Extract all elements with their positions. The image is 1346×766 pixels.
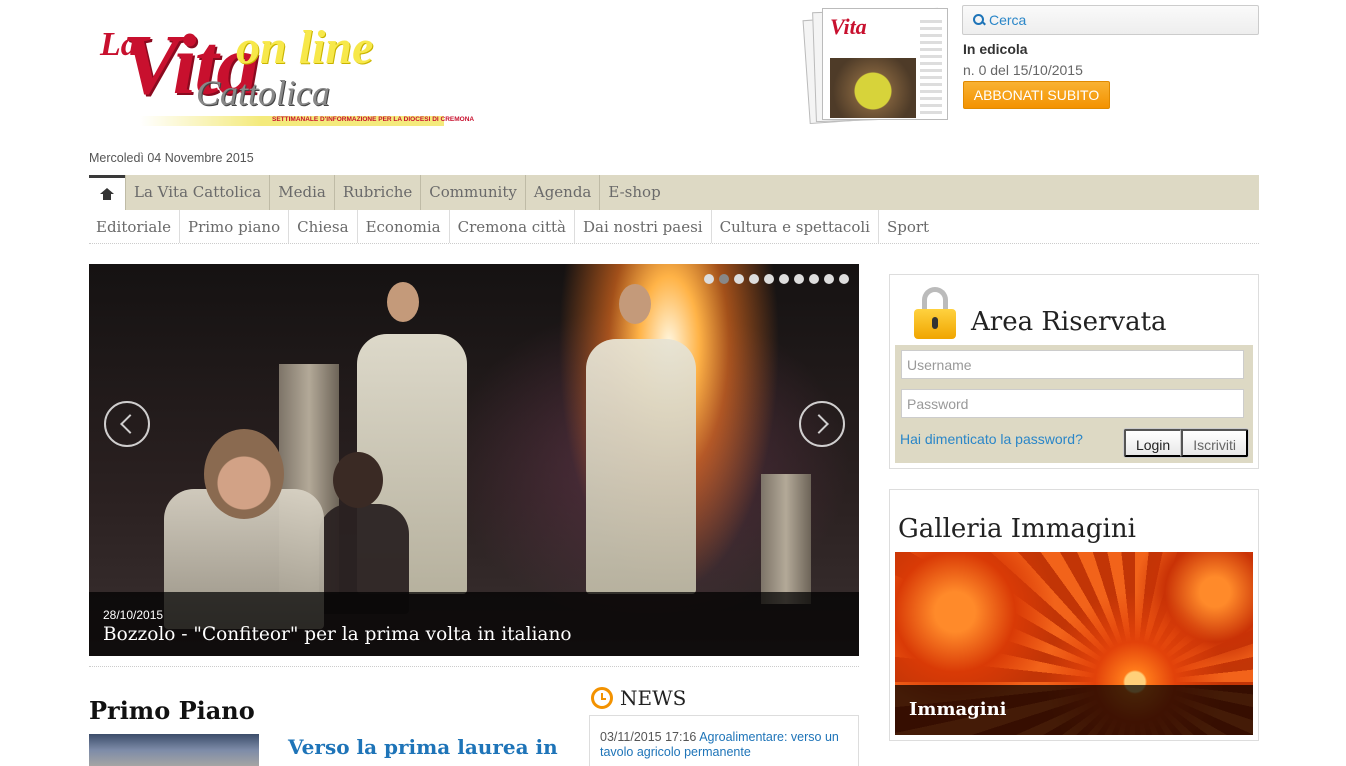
primo-piano-heading: Primo Piano [89, 696, 255, 725]
nav-item-agenda[interactable]: Agenda [524, 175, 600, 210]
slider-dot[interactable] [779, 274, 789, 284]
news-heading: NEWS [591, 686, 686, 710]
subscribe-button[interactable]: ABBONATI SUBITO [963, 81, 1110, 109]
section-chiesa[interactable]: Chiesa [288, 210, 356, 243]
newspaper-cover[interactable]: Vita [802, 6, 950, 125]
news-item[interactable]: 03/11/2015 17:16 Agroalimentare: verso u… [600, 730, 848, 760]
news-item-date: 03/11/2015 17:16 [600, 730, 697, 744]
slider-next-button[interactable] [799, 401, 845, 447]
slider-dot[interactable] [824, 274, 834, 284]
section-editoriale[interactable]: Editoriale [89, 210, 179, 243]
slider-dot[interactable] [734, 274, 744, 284]
logo-cattolica: Cattolica [196, 73, 330, 113]
reserved-area-panel: Area Riservata Hai dimenticato la passwo… [889, 274, 1259, 469]
slider-dot[interactable] [809, 274, 819, 284]
chevron-left-icon [120, 414, 140, 434]
news-label: NEWS [620, 686, 687, 710]
slider-dot[interactable] [719, 274, 729, 284]
search-icon [971, 12, 987, 28]
news-list: 03/11/2015 17:16 Agroalimentare: verso u… [589, 715, 859, 766]
nav-item-rubriche[interactable]: Rubriche [333, 175, 420, 210]
clock-icon [591, 687, 613, 709]
content-divider [89, 666, 859, 667]
section-nav: Editoriale Primo piano Chiesa Economia C… [89, 210, 1259, 244]
slide-caption[interactable]: 28/10/2015 Bozzolo - "Confiteor" per la … [89, 592, 859, 656]
edicola-issue: n. 0 del 15/10/2015 [963, 62, 1083, 78]
performer-head [204, 429, 284, 519]
slider-dot[interactable] [749, 274, 759, 284]
login-button[interactable]: Login [1123, 429, 1182, 457]
section-sport[interactable]: Sport [877, 210, 937, 243]
main-nav: La Vita Cattolica Media Rubriche Communi… [89, 175, 1259, 210]
slider-dot[interactable] [839, 274, 849, 284]
nav-item-eshop[interactable]: E-shop [599, 175, 668, 210]
slider-dots [704, 274, 849, 284]
performer-head [333, 452, 383, 508]
paper-photo [830, 58, 916, 118]
reserved-area-title: Area Riservata [971, 307, 1167, 337]
slider-dot[interactable] [704, 274, 714, 284]
slide-title[interactable]: Bozzolo - "Confiteor" per la prima volta… [103, 624, 845, 645]
featured-slider[interactable]: 28/10/2015 Bozzolo - "Confiteor" per la … [89, 264, 859, 656]
edicola-title: In edicola [963, 41, 1028, 57]
login-buttons: Login Iscriviti [1122, 428, 1249, 458]
performer-head [387, 282, 419, 322]
nav-item-la-vita-cattolica[interactable]: La Vita Cattolica [125, 175, 269, 210]
slider-dot[interactable] [794, 274, 804, 284]
login-form: Hai dimenticato la password? Login Iscri… [895, 345, 1253, 463]
nav-item-media[interactable]: Media [269, 175, 334, 210]
section-primo-piano[interactable]: Primo piano [179, 210, 288, 243]
performer-head [619, 284, 651, 324]
section-dai-nostri-paesi[interactable]: Dai nostri paesi [573, 210, 711, 243]
performer-figure [586, 339, 696, 594]
register-button[interactable]: Iscriviti [1181, 429, 1248, 457]
slide-date: 28/10/2015 [103, 608, 164, 622]
section-cultura-spettacoli[interactable]: Cultura e spettacoli [710, 210, 878, 243]
lock-icon [914, 287, 956, 339]
nav-home[interactable] [89, 175, 125, 210]
primo-piano-headline[interactable]: Verso la prima laurea in settore agroali… [288, 733, 558, 766]
search-input[interactable] [989, 12, 1249, 28]
primo-piano-thumbnail[interactable] [89, 734, 259, 766]
paper-title: Vita [830, 14, 867, 39]
gallery-caption[interactable]: Immagini [895, 685, 1253, 735]
forgot-password-link[interactable]: Hai dimenticato la password? [900, 431, 1083, 447]
password-field[interactable] [901, 389, 1244, 418]
gallery-panel: Galleria Immagini Immagini [889, 489, 1259, 741]
section-economia[interactable]: Economia [356, 210, 449, 243]
current-date: Mercoledì 04 Novembre 2015 [89, 151, 254, 165]
username-field[interactable] [901, 350, 1244, 379]
logo-online: on line [236, 21, 374, 74]
site-logo[interactable]: La Vita on line Cattolica SETTIMANALE D'… [96, 16, 474, 130]
slider-prev-button[interactable] [104, 401, 150, 447]
slider-dot[interactable] [764, 274, 774, 284]
section-cremona-citta[interactable]: Cremona città [448, 210, 574, 243]
gallery-caption-text: Immagini [909, 699, 1007, 720]
search-box[interactable] [962, 5, 1259, 35]
nav-item-community[interactable]: Community [420, 175, 525, 210]
home-icon [100, 188, 114, 200]
gallery-title: Galleria Immagini [898, 514, 1136, 544]
logo-subtitle: SETTIMANALE D'INFORMAZIONE PER LA DIOCES… [272, 116, 475, 123]
paper-sidebar [920, 20, 942, 116]
chevron-right-icon [809, 414, 829, 434]
gallery-image[interactable]: Immagini [895, 552, 1253, 735]
stage-column [761, 474, 811, 604]
